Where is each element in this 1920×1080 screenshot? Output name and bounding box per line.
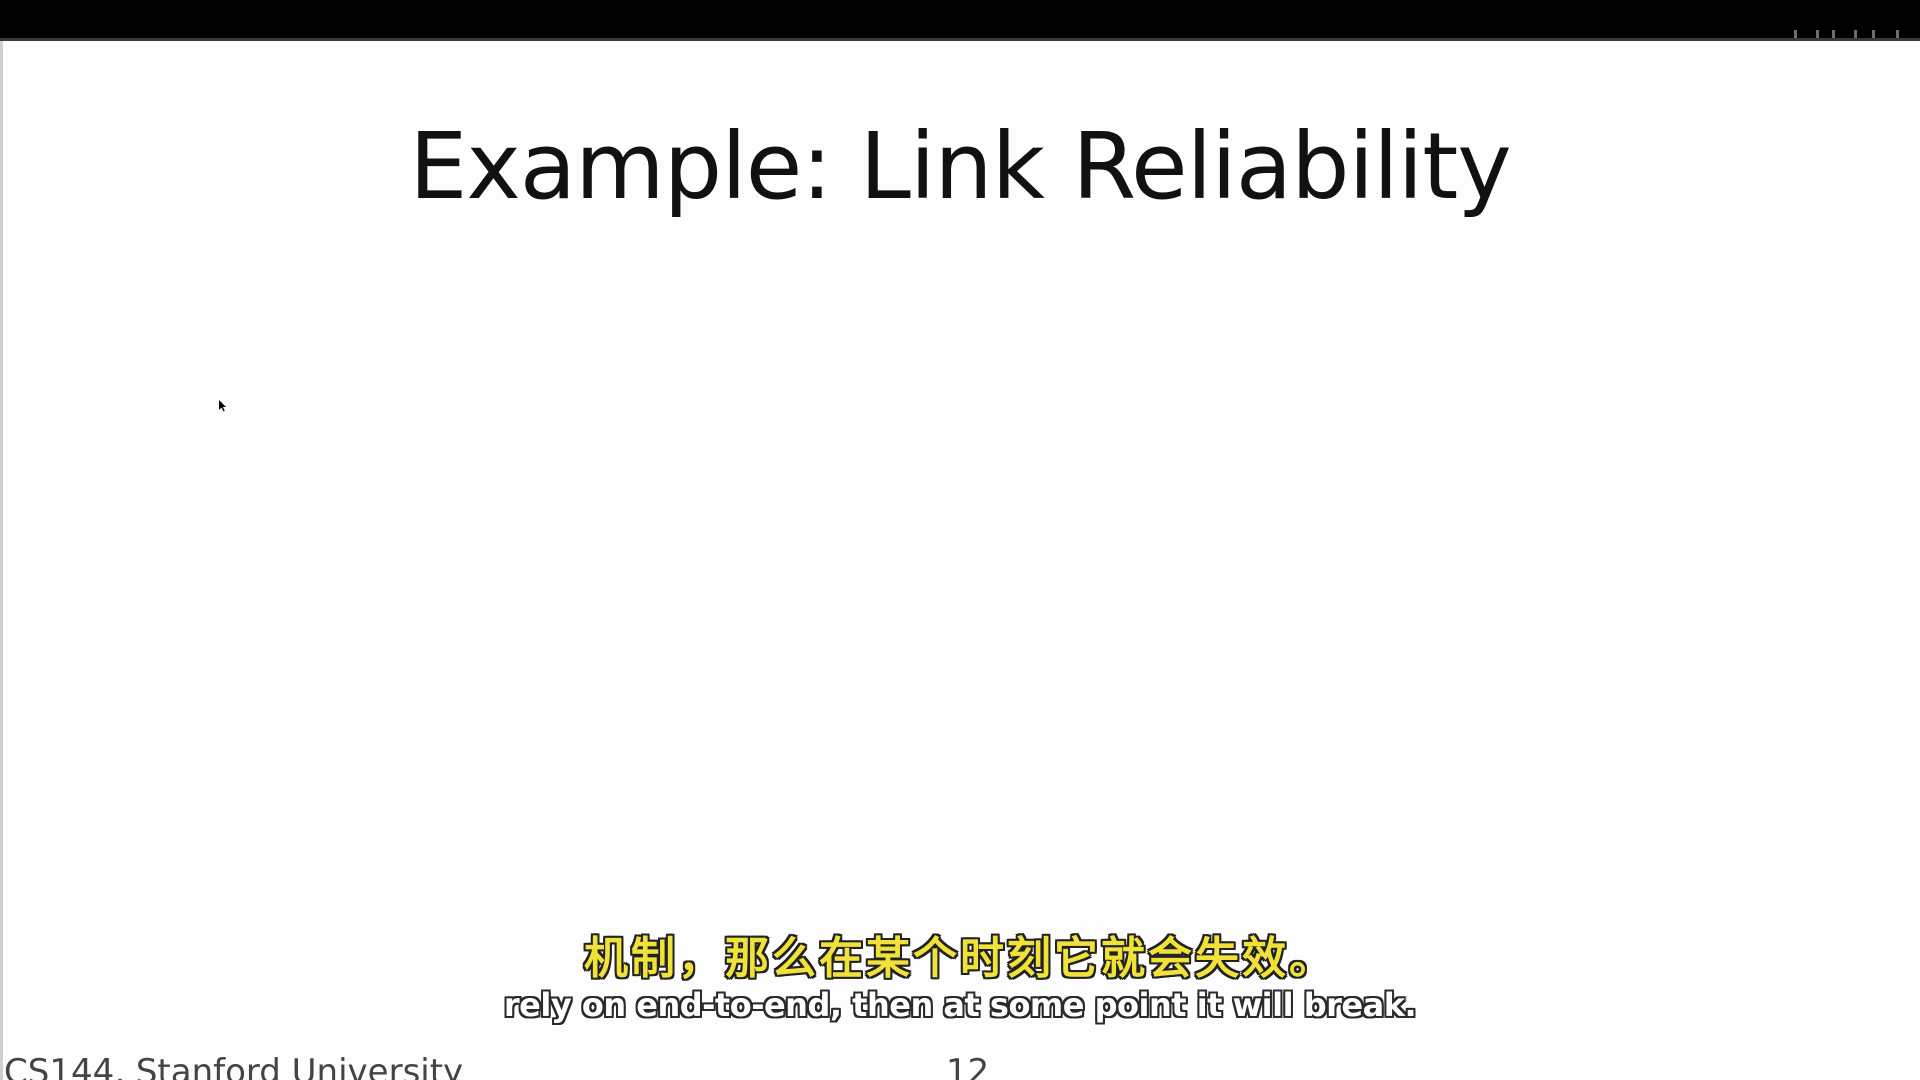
- subtitle-chinese: 机制，那么在某个时刻它就会失效。: [584, 933, 1336, 984]
- video-frame: Example: Link Reliability 机制，那么在某个时刻它就会失…: [0, 0, 1920, 1080]
- top-bar-artifact: [1792, 30, 1902, 38]
- top-black-bar: [0, 0, 1920, 41]
- subtitle-english: rely on end-to-end, then at some point i…: [503, 986, 1417, 1024]
- slide-page-number: 12: [946, 1052, 990, 1080]
- slide-title: Example: Link Reliability: [409, 113, 1512, 220]
- slide-footer-text: CS144, Stanford University: [4, 1052, 464, 1080]
